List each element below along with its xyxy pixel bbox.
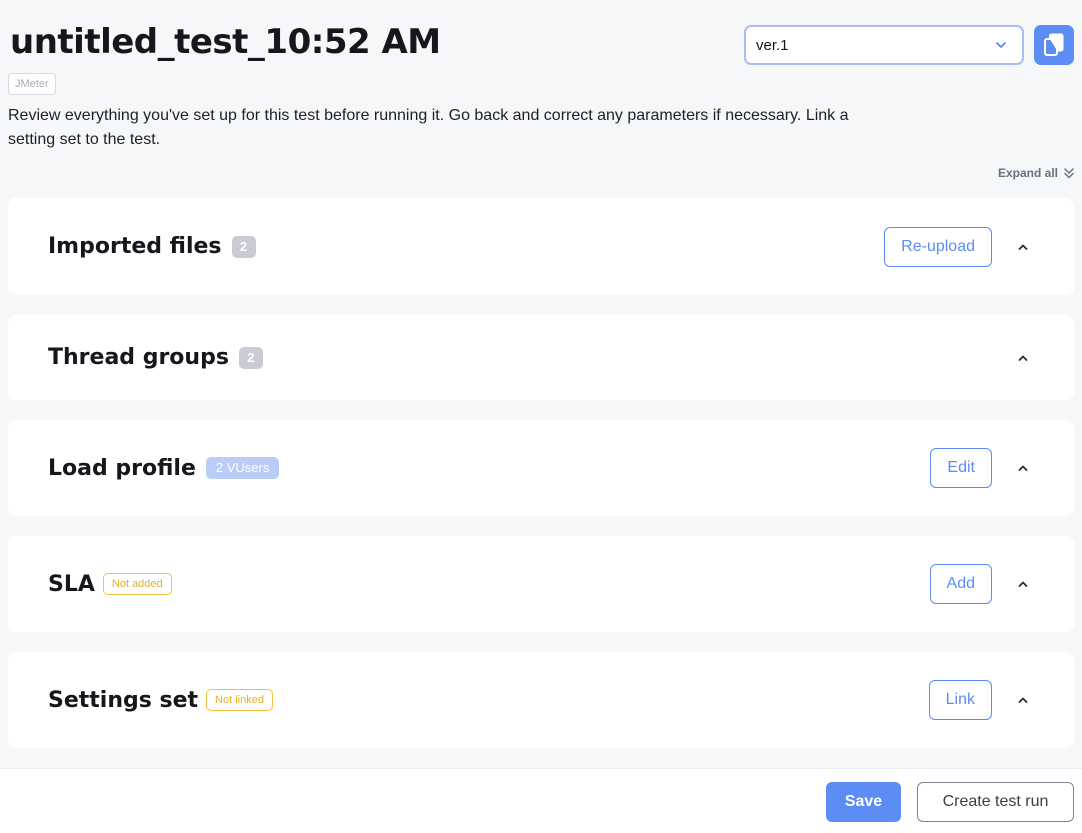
expand-all-label: Expand all (997, 166, 1058, 180)
expand-all-button[interactable]: Expand all (998, 166, 1076, 180)
chevron-up-icon (1018, 697, 1028, 703)
collapse-toggle[interactable] (1012, 457, 1034, 479)
page-description: Review everything you've set up for this… (8, 107, 849, 148)
version-select[interactable]: ver.1 (744, 25, 1024, 65)
version-select-value: ver.1 (756, 36, 789, 54)
add-sla-button[interactable]: Add (929, 564, 992, 604)
section-thread-groups: Thread groups 2 (8, 315, 1074, 400)
create-test-run-button[interactable]: Create test run (917, 782, 1074, 822)
section-imported-files: Imported files 2 Re-upload (8, 198, 1074, 295)
chevron-up-icon (1018, 465, 1028, 471)
section-load-profile: Load profile 2 VUsers Edit (8, 420, 1074, 516)
copy-button[interactable] (1034, 25, 1074, 65)
section-title: Settings set (48, 687, 199, 713)
section-title: SLA (48, 571, 95, 597)
section-title: Load profile (48, 455, 196, 481)
double-chevron-down-icon (1064, 168, 1074, 179)
section-title: Imported files (48, 234, 222, 259)
section-sla: SLA Not added Add (8, 536, 1074, 632)
copy-icon (1044, 33, 1064, 56)
collapse-toggle[interactable] (1012, 347, 1034, 369)
count-badge: 2 (238, 346, 263, 369)
footer-bar: Save Create test run (0, 768, 1082, 833)
status-badge: Not added (102, 573, 172, 595)
status-badge: Not linked (206, 689, 273, 711)
collapse-toggle[interactable] (1012, 689, 1034, 711)
collapse-toggle[interactable] (1012, 573, 1034, 595)
link-settings-button[interactable]: Link (928, 680, 992, 720)
chevron-up-icon (1018, 581, 1028, 587)
save-button[interactable]: Save (826, 782, 901, 822)
page-title: untitled_test_10:52 AM (10, 22, 441, 62)
collapse-toggle[interactable] (1012, 236, 1034, 258)
re-upload-button[interactable]: Re-upload (884, 226, 992, 267)
chevron-up-icon (1018, 244, 1028, 250)
section-settings-set: Settings set Not linked Link (8, 652, 1074, 748)
chevron-up-icon (1018, 355, 1028, 361)
section-title: Thread groups (48, 345, 229, 370)
edit-button[interactable]: Edit (930, 448, 992, 488)
count-badge: 2 (231, 235, 256, 258)
test-review-page: untitled_test_10:52 AM JMeter Review eve… (0, 0, 1082, 833)
chevron-down-icon (996, 42, 1006, 48)
test-type-badge: JMeter (8, 73, 56, 95)
vusers-badge: 2 VUsers (205, 457, 280, 479)
